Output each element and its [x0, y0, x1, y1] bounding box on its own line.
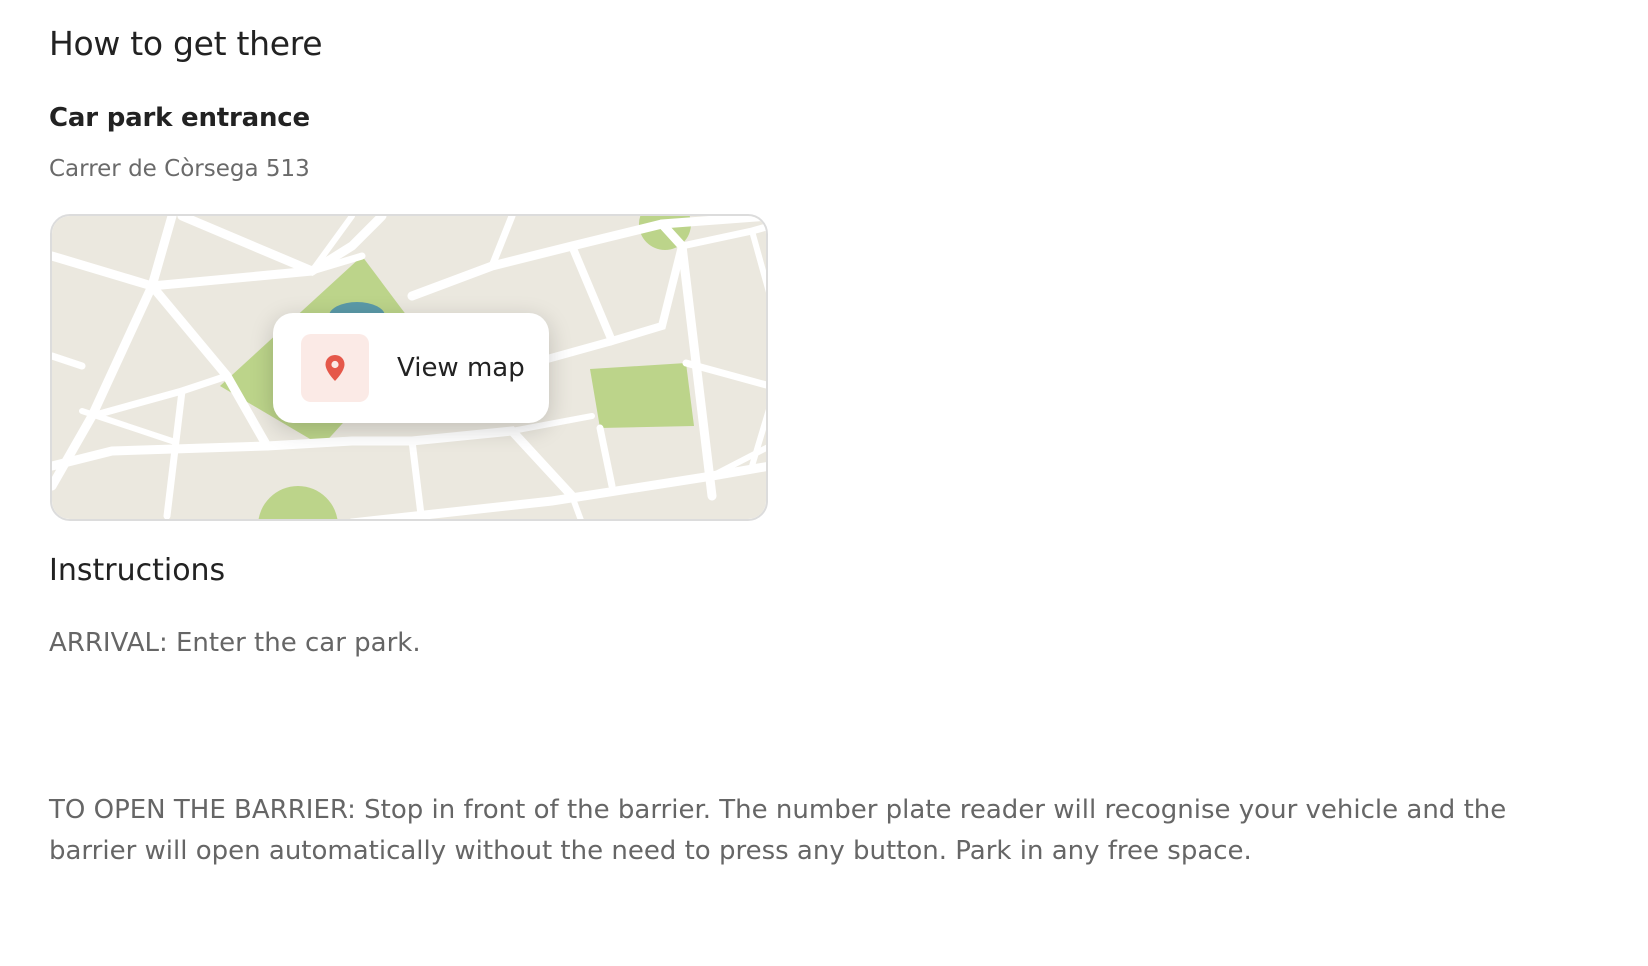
- map-pin-icon: [325, 355, 345, 381]
- view-map-label: View map: [397, 353, 525, 383]
- location-name: Car park entrance: [49, 103, 310, 133]
- instructions-title: Instructions: [49, 553, 226, 588]
- instruction-arrival: ARRIVAL: Enter the car park.: [49, 628, 421, 658]
- instruction-barrier: TO OPEN THE BARRIER: Stop in front of th…: [49, 795, 1507, 866]
- map-pin-icon-container: [301, 334, 369, 402]
- map-preview[interactable]: View map: [50, 214, 768, 521]
- view-map-button[interactable]: View map: [273, 313, 549, 423]
- location-address: Carrer de Còrsega 513: [49, 156, 310, 182]
- section-title: How to get there: [49, 24, 323, 63]
